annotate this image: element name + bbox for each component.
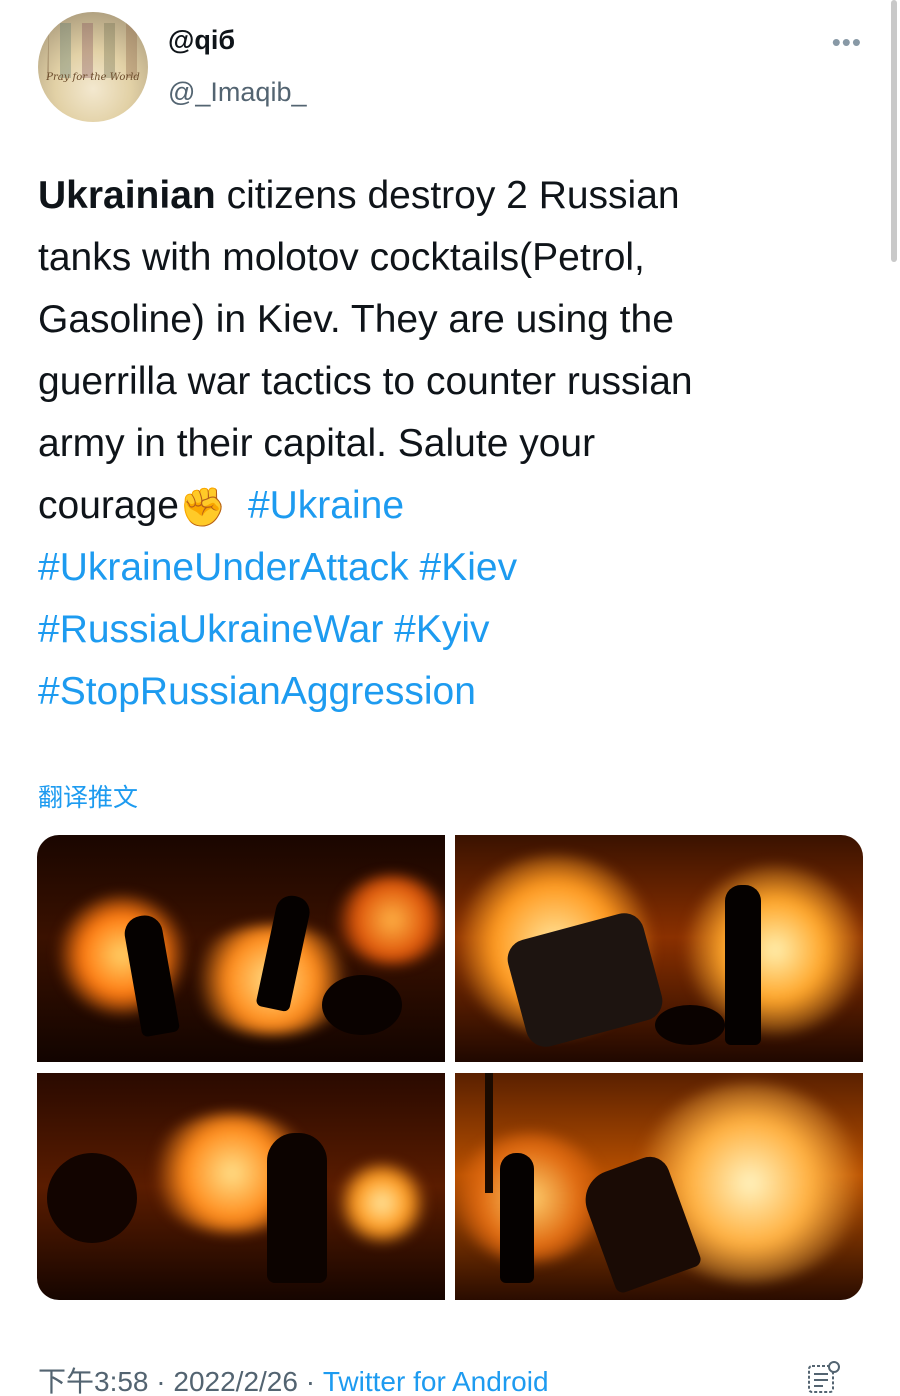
tweet-text-bold: Ukrainian	[38, 174, 216, 217]
tweet-page: Pray for the World @qiб @_Imaqib_ ••• Uk…	[0, 0, 900, 1396]
tweet-photo-4[interactable]	[455, 1073, 863, 1300]
media-grid	[37, 835, 863, 1300]
tweet-photo-3[interactable]	[37, 1073, 445, 1300]
translate-tweet-link[interactable]: 翻译推文	[38, 778, 138, 814]
tweet-source-link[interactable]: Twitter for Android	[323, 1366, 549, 1396]
author-display-name[interactable]: @qiб	[168, 25, 235, 56]
tweet-time[interactable]: 下午3:58	[38, 1366, 149, 1396]
scrollbar[interactable]	[891, 0, 897, 262]
raised-fist-emoji-icon: ✊	[178, 487, 227, 529]
avatar[interactable]: Pray for the World	[38, 12, 148, 122]
author-handle[interactable]: @_Imaqib_	[168, 77, 306, 108]
tweet-text: Ukrainian citizens destroy 2 Russian tan…	[38, 165, 868, 723]
more-icon[interactable]: •••	[832, 29, 862, 55]
tweet-text-line-2: tanks with molotov cocktails(Petrol,	[38, 236, 645, 279]
tweet-photo-2[interactable]	[455, 835, 863, 1062]
tweet-date[interactable]: 2022/2/26	[173, 1366, 298, 1396]
tweet-text-line-4: guerrilla war tactics to counter russian	[38, 360, 693, 403]
hashtag-kyiv[interactable]: #Kyiv	[394, 608, 489, 651]
hashtag-ukraine[interactable]: #Ukraine	[248, 484, 404, 527]
tweet-text-line-6: courage	[38, 484, 179, 527]
tweet-text-line-3: Gasoline) in Kiev. They are using the	[38, 298, 674, 341]
tweet-photo-1[interactable]	[37, 835, 445, 1062]
footer-separator: ·	[148, 1366, 174, 1396]
avatar-caption: Pray for the World	[46, 72, 140, 83]
hashtag-russia-ukraine-war[interactable]: #RussiaUkraineWar	[38, 608, 383, 651]
footer-separator: ·	[297, 1366, 323, 1396]
tweet-text-line-5: army in their capital. Salute your	[38, 422, 596, 465]
hashtag-kiev[interactable]: #Kiev	[420, 546, 518, 589]
tweet-text-line-1: citizens destroy 2 Russian	[215, 174, 680, 217]
hashtag-ukraine-under-attack[interactable]: #UkraineUnderAttack	[38, 546, 409, 589]
tweet-header: Pray for the World @qiб @_Imaqib_ •••	[38, 12, 868, 122]
avatar-hands-image	[46, 23, 140, 78]
hashtag-stop-russian-aggression[interactable]: #StopRussianAggression	[38, 670, 476, 713]
analytics-icon[interactable]	[807, 1360, 841, 1394]
tweet-footer: 下午3:58 · 2022/2/26 · Twitter for Android	[38, 1360, 549, 1396]
